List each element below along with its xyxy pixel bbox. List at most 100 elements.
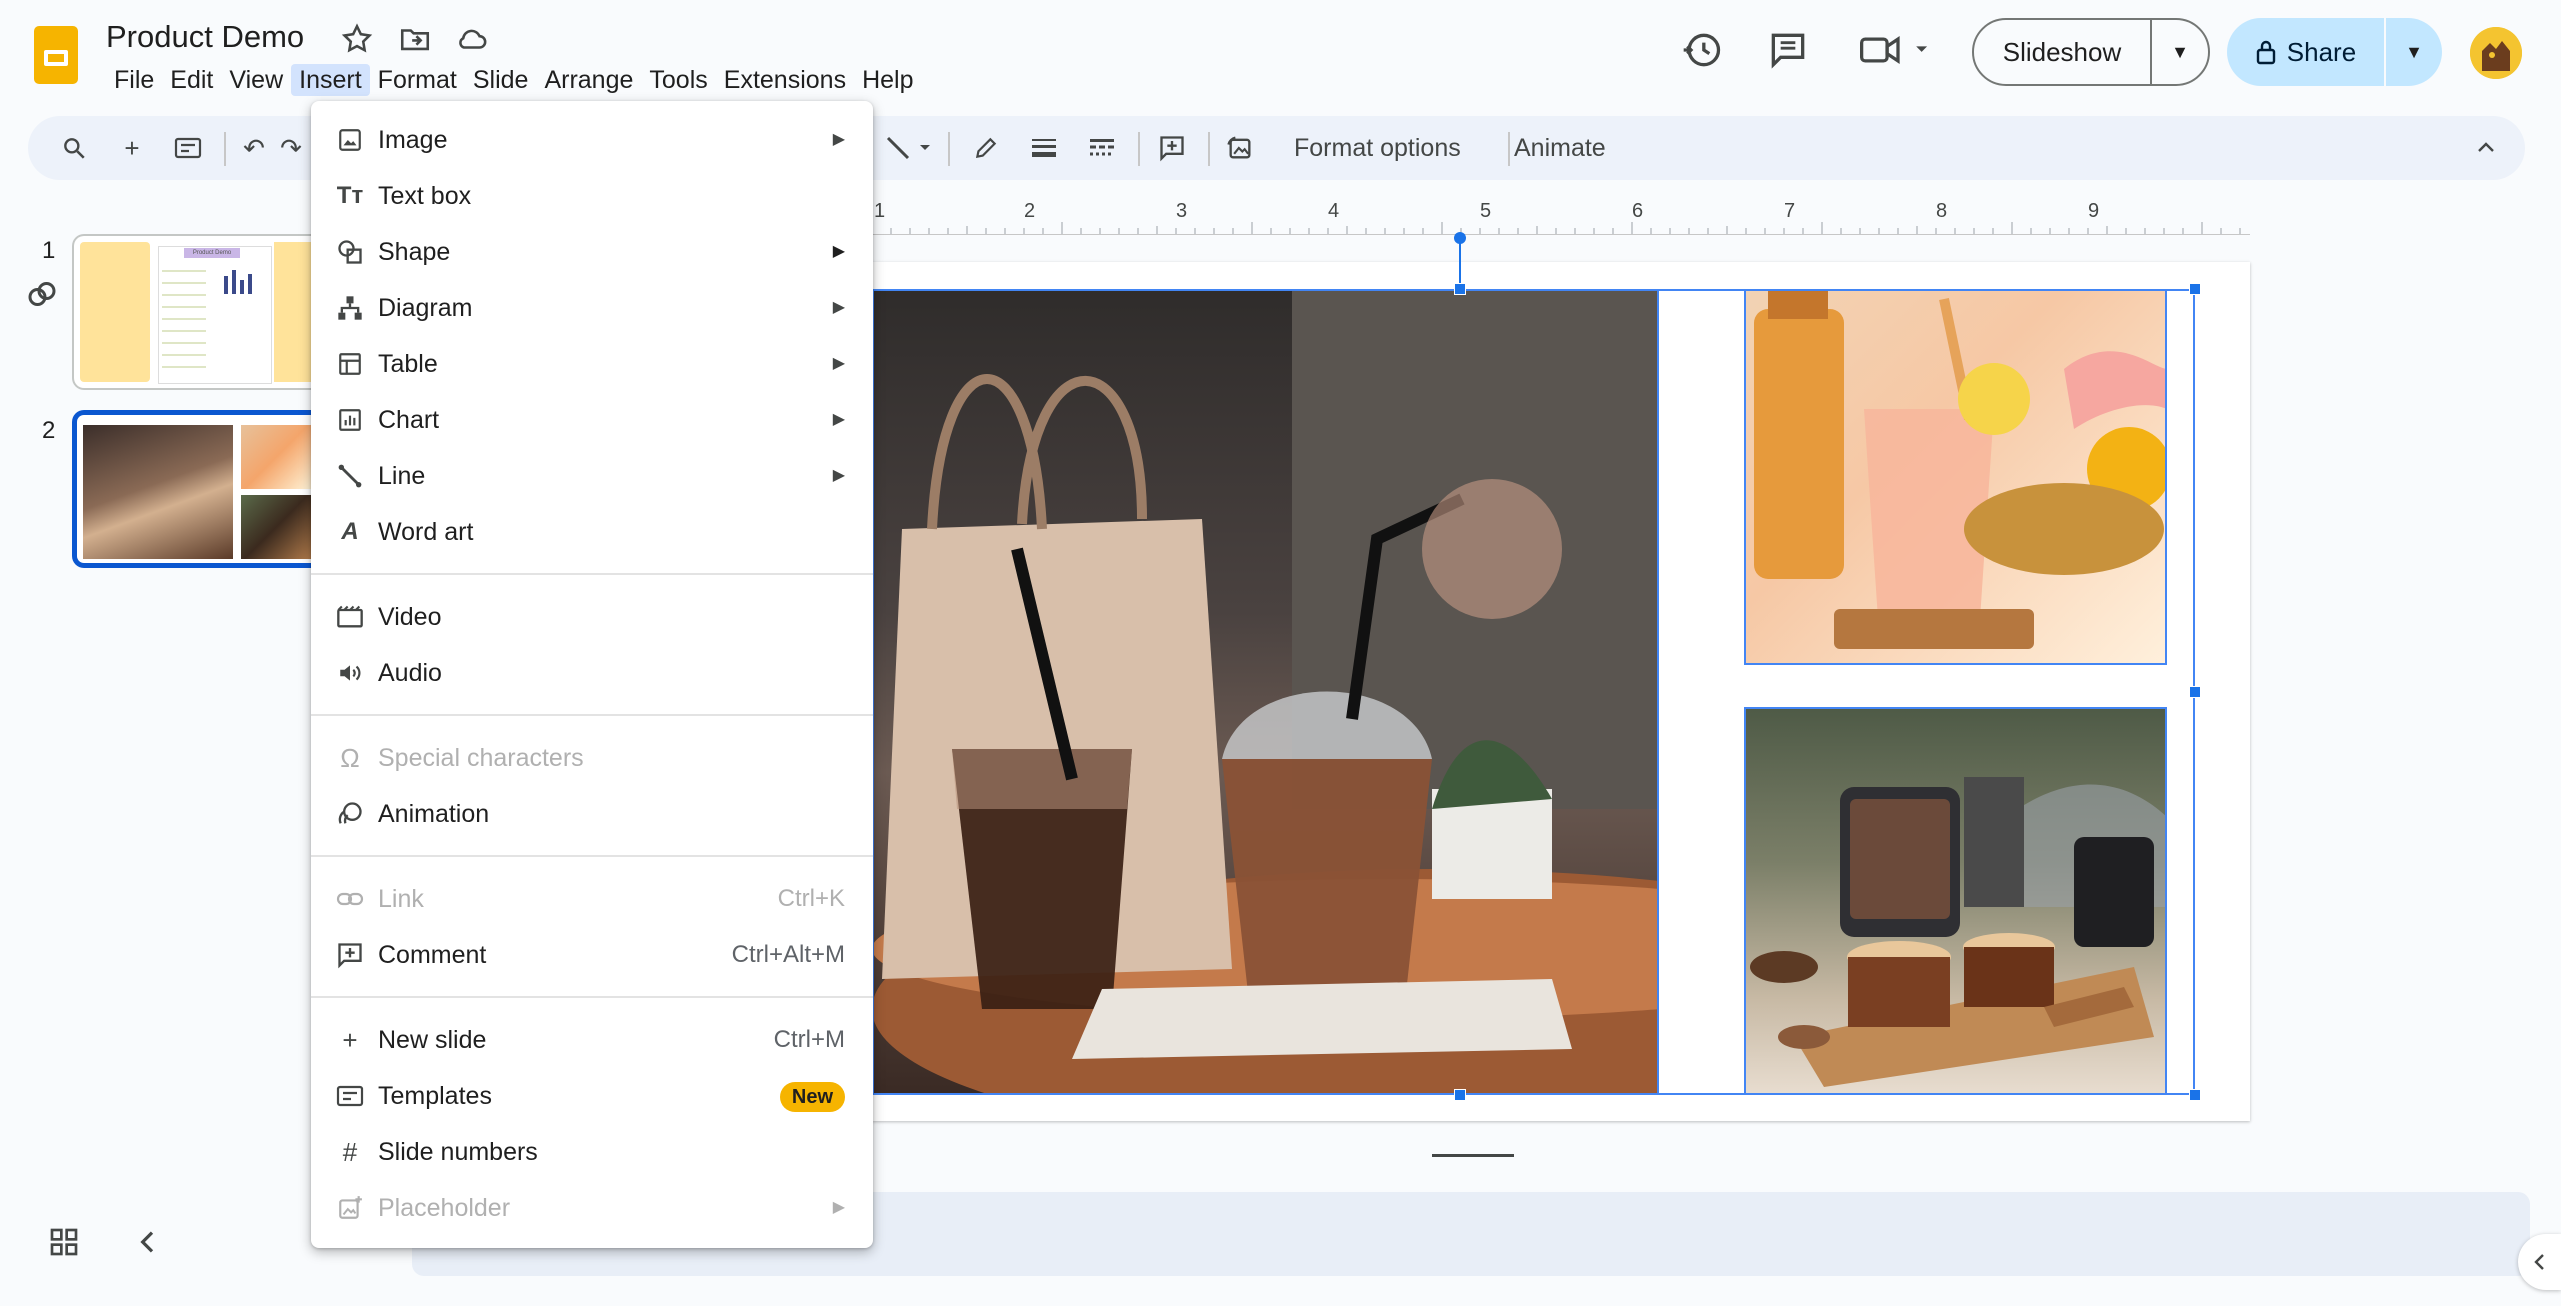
shape-icon: [333, 234, 367, 270]
version-history-icon[interactable]: [1680, 28, 1724, 72]
resize-handle-right[interactable]: [2189, 686, 2201, 698]
avatar[interactable]: [2470, 27, 2522, 79]
share-text: Share: [2286, 37, 2357, 67]
slides-logo-icon[interactable]: [34, 26, 78, 84]
share-button[interactable]: Share ▼: [2227, 18, 2442, 86]
menu-edit[interactable]: Edit: [162, 64, 221, 96]
menu-item-slide-numbers[interactable]: # Slide numbers: [311, 1124, 873, 1180]
plus-icon: +: [342, 1025, 358, 1055]
menu-item-label: Video: [378, 603, 442, 631]
share-label[interactable]: Share: [2227, 18, 2384, 86]
menu-item-label: Image: [378, 126, 448, 154]
move-folder-icon[interactable]: [398, 22, 432, 56]
video-icon: [333, 599, 367, 635]
menu-item-line[interactable]: Line ▶: [311, 448, 873, 504]
menu-item-video[interactable]: Video: [311, 589, 873, 645]
format-options-button[interactable]: Format options: [1294, 128, 1461, 168]
layout-icon[interactable]: [168, 128, 208, 168]
menu-view[interactable]: View: [221, 64, 291, 96]
animation-icon: [333, 796, 367, 832]
comments-icon[interactable]: [1766, 28, 1810, 72]
resize-handle-top[interactable]: [1454, 283, 1466, 295]
menu-item-label: Special characters: [378, 744, 584, 772]
linked-object-icon[interactable]: [24, 276, 60, 312]
slide-canvas[interactable]: [872, 232, 2250, 1121]
new-slide-plus-icon[interactable]: +: [112, 128, 152, 168]
iced-coffee-photo[interactable]: [872, 289, 1659, 1095]
border-weight-icon[interactable]: [1024, 128, 1064, 168]
star-icon[interactable]: [340, 22, 374, 56]
menu-item-text-box[interactable]: Tт Text box: [311, 168, 873, 224]
menu-format[interactable]: Format: [370, 64, 465, 96]
menu-file[interactable]: File: [106, 64, 162, 96]
collapse-toolbar-chevron-icon[interactable]: [2466, 128, 2506, 168]
rotate-handle[interactable]: [1454, 232, 1466, 244]
menu-insert[interactable]: Insert: [291, 64, 370, 96]
slideshow-button[interactable]: Slideshow ▼: [1972, 18, 2210, 86]
menu-item-chart[interactable]: Chart ▶: [311, 392, 873, 448]
insert-menu-dropdown: Image ▶ Tт Text box Shape ▶ Diagram ▶ Ta…: [311, 101, 873, 1248]
slideshow-label[interactable]: Slideshow: [1974, 20, 2150, 84]
menu-item-label: Link: [378, 885, 424, 913]
animate-button[interactable]: Animate: [1514, 128, 1606, 168]
submenu-arrow-icon: ▶: [832, 299, 845, 316]
resize-handle-top-right[interactable]: [2189, 283, 2201, 295]
slide-thumbnail-1[interactable]: Product Demo: [72, 234, 314, 390]
placeholder-icon: [333, 1190, 367, 1226]
slideshow-options-chevron-icon[interactable]: ▼: [2152, 20, 2208, 84]
menu-item-placeholder[interactable]: Placeholder ▶: [311, 1180, 873, 1236]
grid-view-icon[interactable]: [48, 1226, 80, 1258]
slide-number-1: 1: [42, 237, 56, 264]
add-comment-icon[interactable]: [1152, 128, 1192, 168]
ruler-tick-9: 9: [2088, 200, 2100, 222]
share-options-chevron-icon[interactable]: ▼: [2386, 18, 2442, 86]
menu-item-special-characters[interactable]: Ω Special characters: [311, 730, 873, 786]
border-dash-icon[interactable]: [1082, 128, 1122, 168]
notes-resize-handle[interactable]: [1432, 1154, 1514, 1157]
meet-video-icon[interactable]: [1858, 28, 1938, 72]
menu-item-link[interactable]: Link Ctrl+K: [311, 871, 873, 927]
document-title[interactable]: Product Demo: [106, 19, 304, 55]
menu-item-table[interactable]: Table ▶: [311, 336, 873, 392]
audio-icon: [333, 655, 367, 691]
menu-item-label: New slide: [378, 1026, 487, 1054]
menu-item-new-slide[interactable]: + New slide Ctrl+M: [311, 1012, 873, 1068]
menu-item-word-art[interactable]: A Word art: [311, 504, 873, 560]
collapse-filmstrip-chevron-icon[interactable]: [132, 1226, 164, 1258]
thumb-title: Product Demo: [184, 248, 240, 258]
menu-tools[interactable]: Tools: [641, 64, 715, 96]
redo-icon[interactable]: ↷: [280, 128, 302, 168]
ruler-tick-2: 2: [1024, 200, 1036, 222]
undo-icon[interactable]: ↶: [234, 128, 274, 168]
menu-item-shape[interactable]: Shape ▶: [311, 224, 873, 280]
resize-handle-bottom-right[interactable]: [2189, 1089, 2201, 1101]
slide-thumbnail-2[interactable]: [72, 410, 312, 568]
menu-item-label: Slide numbers: [378, 1138, 538, 1166]
menu-item-comment[interactable]: Comment Ctrl+Alt+M: [311, 927, 873, 983]
menu-item-animation[interactable]: Animation: [311, 786, 873, 842]
new-badge: New: [779, 1082, 845, 1112]
cloud-saved-icon[interactable]: [454, 22, 488, 56]
menu-item-label: Placeholder: [378, 1194, 511, 1222]
text-box-icon: Tт: [336, 182, 364, 209]
menu-item-image[interactable]: Image ▶: [311, 112, 873, 168]
menu-item-templates[interactable]: Templates New: [311, 1068, 873, 1124]
menu-slide[interactable]: Slide: [465, 64, 537, 96]
menu-arrange[interactable]: Arrange: [536, 64, 641, 96]
menu-help[interactable]: Help: [854, 64, 921, 96]
menu-item-label: Shape: [378, 238, 451, 266]
menu-item-audio[interactable]: Audio: [311, 645, 873, 701]
menu-item-diagram[interactable]: Diagram ▶: [311, 280, 873, 336]
link-icon: [333, 881, 367, 917]
line-tool-icon[interactable]: [882, 128, 942, 168]
search-menus-icon[interactable]: [54, 128, 94, 168]
resize-handle-bottom[interactable]: [1454, 1089, 1466, 1101]
ruler-tick-3: 3: [1176, 200, 1188, 222]
menu-extensions[interactable]: Extensions: [716, 64, 854, 96]
side-panel-toggle[interactable]: [2518, 1234, 2561, 1290]
horizontal-ruler[interactable]: 1 2 3 4 5 6 7 8 9: [872, 200, 2250, 235]
menu-item-shortcut: Ctrl+Alt+M: [731, 941, 845, 968]
toolbar-divider: [1208, 132, 1210, 166]
border-color-pencil-icon[interactable]: [966, 128, 1006, 168]
replace-image-icon[interactable]: [1220, 128, 1260, 168]
